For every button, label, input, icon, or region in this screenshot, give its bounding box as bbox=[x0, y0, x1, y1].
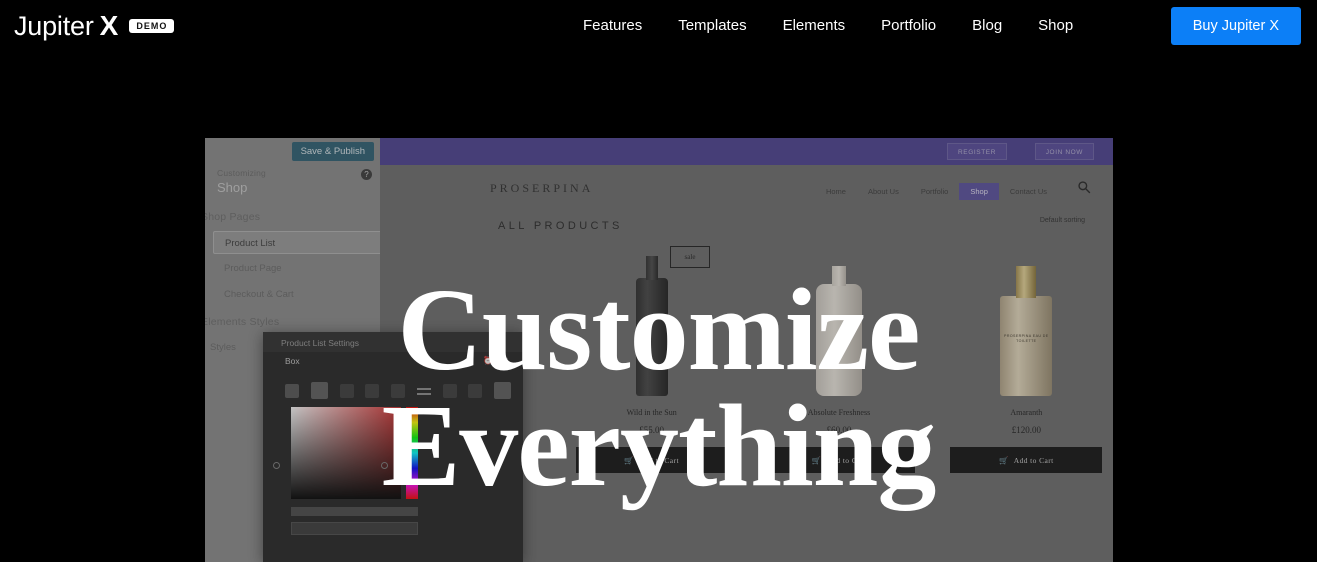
register-button[interactable]: REGISTER bbox=[946, 143, 1007, 160]
product-card[interactable]: Wild in the Sun £55.00 🛒 Add to Cart bbox=[565, 246, 738, 473]
bottle-label: PROSERPINA EAU DE TOILETTE bbox=[1004, 334, 1049, 344]
settings-panel-icons: ⏰ ✕ bbox=[483, 356, 509, 365]
customizing-label: Customizing bbox=[217, 168, 266, 178]
demo-badge: DEMO bbox=[129, 19, 175, 33]
align-tool-icon[interactable] bbox=[416, 384, 431, 398]
customizer-header: Save & Publish Customizing Shop ? bbox=[205, 138, 380, 200]
product-card[interactable]: Absolute Freshness £60.00 🛒 Add to Cart bbox=[752, 246, 925, 473]
preview-brand: PROSERPINA bbox=[490, 181, 594, 195]
spacing-tool-icon[interactable] bbox=[391, 383, 405, 398]
section-shop-pages: Shop Pages bbox=[205, 211, 261, 223]
product-image bbox=[565, 246, 738, 396]
save-and-publish-button[interactable]: Save & Publish bbox=[291, 142, 374, 161]
sidebar-item-label: Styles bbox=[210, 342, 236, 353]
add-to-cart-button[interactable]: 🛒 Add to Cart bbox=[575, 447, 728, 473]
settings-toolbar bbox=[285, 382, 511, 399]
nav-item-blog[interactable]: Blog bbox=[954, 0, 1020, 52]
join-now-button[interactable]: JOIN NOW bbox=[1034, 143, 1094, 160]
nav-item-templates[interactable]: Templates bbox=[660, 0, 764, 52]
color-picker-saturation[interactable] bbox=[291, 407, 401, 499]
sidebar-item-product-list[interactable]: Product List bbox=[213, 231, 385, 254]
nav-item-elements[interactable]: Elements bbox=[765, 0, 864, 52]
background-tool-icon[interactable] bbox=[494, 382, 511, 399]
search-icon[interactable] bbox=[1077, 180, 1091, 194]
add-to-cart-button[interactable]: 🛒 Add to Cart bbox=[762, 447, 915, 473]
main-nav: Features Templates Elements Portfolio Bl… bbox=[565, 0, 1091, 52]
preview-site-header: PROSERPINA Home About Us Portfolio Shop … bbox=[380, 165, 1113, 215]
preview-nav-home[interactable]: Home bbox=[815, 183, 857, 200]
preview-nav: Home About Us Portfolio Shop Contact Us bbox=[815, 183, 1058, 200]
help-icon[interactable]: ? bbox=[361, 169, 372, 180]
customizer-panel-title: Shop bbox=[217, 180, 248, 195]
sidebar-item-label: Checkout & Cart bbox=[224, 289, 294, 300]
site-header: Jupiter X DEMO Features Templates Elemen… bbox=[0, 0, 1317, 52]
history-icon[interactable]: ⏰ bbox=[483, 356, 493, 365]
cart-icon: 🛒 bbox=[624, 455, 635, 465]
add-to-cart-label: Add to Cart bbox=[1013, 455, 1054, 465]
hero-screenshot: Save & Publish Customizing Shop ? Shop P… bbox=[205, 138, 1113, 562]
sidebar-item-product-page[interactable]: Product Page bbox=[213, 257, 385, 280]
tab-box[interactable]: Box bbox=[285, 356, 300, 366]
opacity-tool-icon[interactable] bbox=[442, 383, 457, 398]
product-image: PROSERPINA EAU DE TOILETTE bbox=[940, 246, 1113, 396]
color-picker-alpha-bar[interactable] bbox=[291, 507, 418, 516]
sorting-dropdown[interactable]: Default sorting bbox=[1040, 217, 1085, 224]
sidebar-item-checkout-cart[interactable]: Checkout & Cart bbox=[213, 283, 385, 306]
shadow-tool-icon[interactable] bbox=[365, 383, 380, 398]
product-card[interactable]: PROSERPINA EAU DE TOILETTE Amaranth £120… bbox=[940, 246, 1113, 473]
logo-mark: X bbox=[99, 10, 119, 41]
buy-jupiter-x-button[interactable]: Buy Jupiter X bbox=[1170, 7, 1301, 45]
preview-nav-portfolio[interactable]: Portfolio bbox=[910, 183, 960, 200]
cart-icon: 🛒 bbox=[811, 455, 822, 465]
sidebar-item-label: Product Page bbox=[224, 263, 282, 274]
logo[interactable]: Jupiter X DEMO bbox=[14, 10, 175, 42]
add-to-cart-label: Add to Cart bbox=[826, 455, 867, 465]
add-to-cart-label: Add to Cart bbox=[639, 455, 679, 465]
border-tool-icon[interactable] bbox=[285, 383, 299, 398]
product-name: Absolute Freshness bbox=[807, 408, 871, 417]
color-hex-input[interactable] bbox=[291, 522, 418, 535]
product-name: Amaranth bbox=[1010, 408, 1043, 417]
logo-text: Jupiter bbox=[14, 10, 94, 41]
cart-icon: 🛒 bbox=[999, 455, 1009, 465]
preview-topbar: REGISTER JOIN NOW bbox=[380, 138, 1113, 165]
product-image bbox=[752, 246, 925, 396]
radius-tool-icon[interactable] bbox=[339, 383, 354, 398]
filter-tool-icon[interactable] bbox=[468, 383, 483, 398]
settings-tab-row: Box ⏰ ✕ bbox=[263, 352, 523, 374]
product-price: £55.00 bbox=[639, 425, 665, 435]
preview-nav-shop[interactable]: Shop bbox=[959, 183, 999, 200]
color-swatch-tool[interactable] bbox=[310, 382, 328, 399]
product-price: £120.00 bbox=[1011, 425, 1041, 435]
settings-panel-title: Product List Settings bbox=[263, 332, 523, 352]
nav-item-shop[interactable]: Shop bbox=[1020, 0, 1091, 52]
product-price: £60.00 bbox=[826, 425, 852, 435]
panel-handle-left-icon[interactable] bbox=[273, 462, 280, 469]
panel-handle-right-icon[interactable] bbox=[381, 462, 388, 469]
add-to-cart-button[interactable]: 🛒 Add to Cart bbox=[950, 447, 1103, 473]
nav-item-features[interactable]: Features bbox=[565, 0, 660, 52]
preview-nav-about-us[interactable]: About Us bbox=[857, 183, 910, 200]
nav-item-portfolio[interactable]: Portfolio bbox=[863, 0, 954, 52]
page-root: Jupiter X DEMO Features Templates Elemen… bbox=[0, 0, 1317, 562]
preview-nav-contact-us[interactable]: Contact Us bbox=[999, 183, 1058, 200]
sidebar-item-label: Product List bbox=[225, 238, 276, 249]
product-list-settings-panel: Product List Settings Box ⏰ ✕ bbox=[263, 332, 523, 562]
product-name: Wild in the Sun bbox=[626, 408, 677, 417]
section-elements-styles: Elements Styles bbox=[205, 316, 280, 328]
page-title: ALL PRODUCTS bbox=[498, 220, 623, 232]
close-icon[interactable]: ✕ bbox=[502, 356, 509, 365]
color-picker-hue-strip[interactable] bbox=[406, 407, 418, 499]
